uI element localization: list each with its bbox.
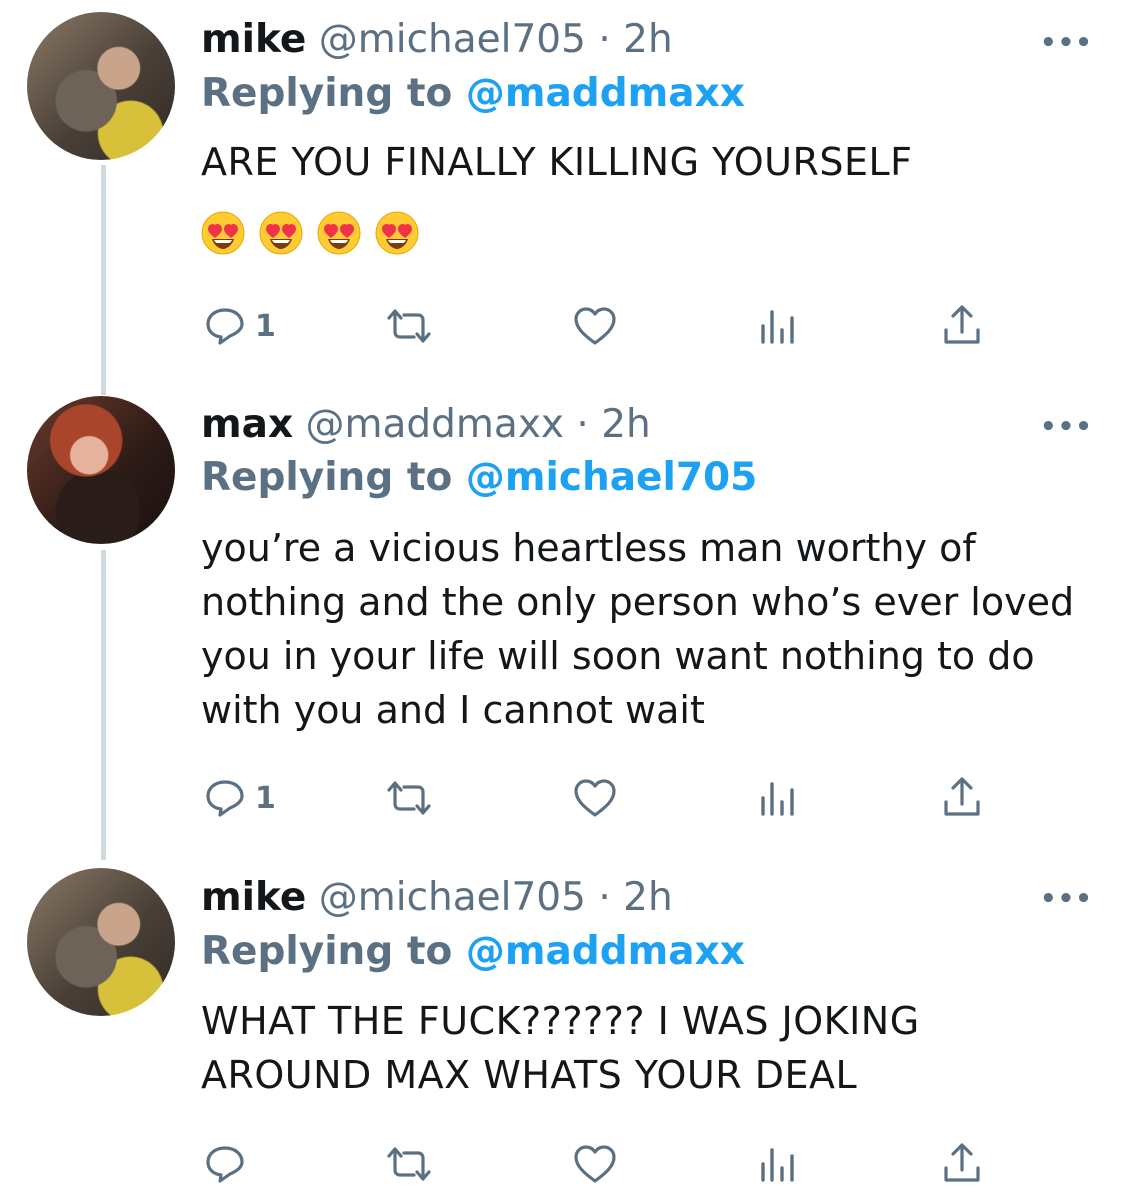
like-button[interactable] bbox=[572, 304, 618, 348]
share-button[interactable] bbox=[940, 302, 984, 348]
heart-eyes-emoji-icon bbox=[201, 211, 245, 255]
tweet-header: mike @michael705 · 2h bbox=[201, 878, 673, 917]
like-button[interactable] bbox=[572, 776, 618, 820]
user-handle[interactable]: @michael705 bbox=[319, 17, 586, 62]
emoji-row bbox=[201, 211, 419, 255]
retweet-icon bbox=[387, 781, 431, 815]
separator-dot: · bbox=[598, 875, 611, 920]
timestamp[interactable]: 2h bbox=[623, 17, 673, 62]
heart-eyes-emoji-icon bbox=[259, 211, 303, 255]
retweet-icon bbox=[387, 1147, 431, 1181]
reply-button[interactable] bbox=[203, 1142, 255, 1186]
avatar[interactable] bbox=[27, 12, 175, 160]
heart-eyes-emoji-icon bbox=[375, 211, 419, 255]
user-handle[interactable]: @michael705 bbox=[319, 875, 586, 920]
more-options-icon[interactable]: ••• bbox=[1040, 412, 1093, 442]
tweet-text: ARE YOU FINALLY KILLING YOURSELF bbox=[201, 140, 913, 184]
replying-to-label: Replying to bbox=[201, 455, 453, 500]
reply-button[interactable]: 1 bbox=[203, 304, 276, 348]
reply-button[interactable]: 1 bbox=[203, 776, 276, 820]
separator-dot: · bbox=[598, 17, 611, 62]
avatar[interactable] bbox=[27, 868, 175, 1016]
reply-icon bbox=[206, 780, 244, 817]
like-button[interactable] bbox=[572, 1142, 618, 1186]
tweet-text: WHAT THE FUCK?????? I WAS JOKING AROUND … bbox=[201, 999, 920, 1097]
reply-count: 1 bbox=[255, 780, 276, 816]
more-options-icon[interactable]: ••• bbox=[1040, 28, 1093, 58]
share-button[interactable] bbox=[940, 1140, 984, 1186]
replying-to: Replying to @maddmaxx bbox=[201, 932, 745, 971]
more-options-icon[interactable]: ••• bbox=[1040, 884, 1093, 914]
reply-count: 1 bbox=[255, 308, 276, 344]
analytics-icon bbox=[761, 310, 794, 344]
avatar[interactable] bbox=[27, 396, 175, 544]
replying-to: Replying to @michael705 bbox=[201, 458, 757, 497]
share-icon bbox=[944, 1143, 980, 1182]
retweet-button[interactable] bbox=[383, 776, 435, 820]
display-name[interactable]: max bbox=[201, 402, 293, 447]
timestamp[interactable]: 2h bbox=[623, 875, 673, 920]
analytics-button[interactable] bbox=[758, 776, 798, 820]
analytics-button[interactable] bbox=[758, 304, 798, 348]
tweet-actions bbox=[0, 1140, 1121, 1188]
retweet-button[interactable] bbox=[383, 1142, 435, 1186]
analytics-icon bbox=[761, 782, 794, 816]
retweet-icon bbox=[387, 309, 431, 343]
heart-icon bbox=[574, 1145, 616, 1183]
reply-icon bbox=[206, 308, 244, 345]
analytics-button[interactable] bbox=[758, 1142, 798, 1186]
share-icon bbox=[944, 777, 980, 816]
share-button[interactable] bbox=[940, 774, 984, 820]
analytics-icon bbox=[761, 1148, 794, 1182]
mention-link[interactable]: @maddmaxx bbox=[466, 71, 745, 116]
replying-to: Replying to @maddmaxx bbox=[201, 74, 745, 113]
mention-link[interactable]: @michael705 bbox=[466, 455, 757, 500]
retweet-button[interactable] bbox=[383, 304, 435, 348]
heart-icon bbox=[574, 307, 616, 345]
heart-icon bbox=[574, 779, 616, 817]
replying-to-label: Replying to bbox=[201, 929, 453, 974]
mention-link[interactable]: @maddmaxx bbox=[466, 929, 745, 974]
share-icon bbox=[944, 305, 980, 344]
tweet-actions: 1 bbox=[0, 774, 1121, 822]
thread-line bbox=[101, 165, 106, 395]
replying-to-label: Replying to bbox=[201, 71, 453, 116]
heart-eyes-emoji-icon bbox=[317, 211, 361, 255]
display-name[interactable]: mike bbox=[201, 875, 306, 920]
separator-dot: · bbox=[576, 402, 589, 447]
tweet-header: mike @michael705 · 2h bbox=[201, 20, 673, 59]
tweet-text: you’re a vicious heartless man worthy of… bbox=[201, 526, 1075, 732]
reply-icon bbox=[206, 1146, 244, 1183]
tweet-header: max @maddmaxx · 2h bbox=[201, 405, 651, 444]
tweet-actions: 1 bbox=[0, 302, 1121, 350]
display-name[interactable]: mike bbox=[201, 17, 306, 62]
user-handle[interactable]: @maddmaxx bbox=[306, 402, 564, 447]
timestamp[interactable]: 2h bbox=[601, 402, 651, 447]
